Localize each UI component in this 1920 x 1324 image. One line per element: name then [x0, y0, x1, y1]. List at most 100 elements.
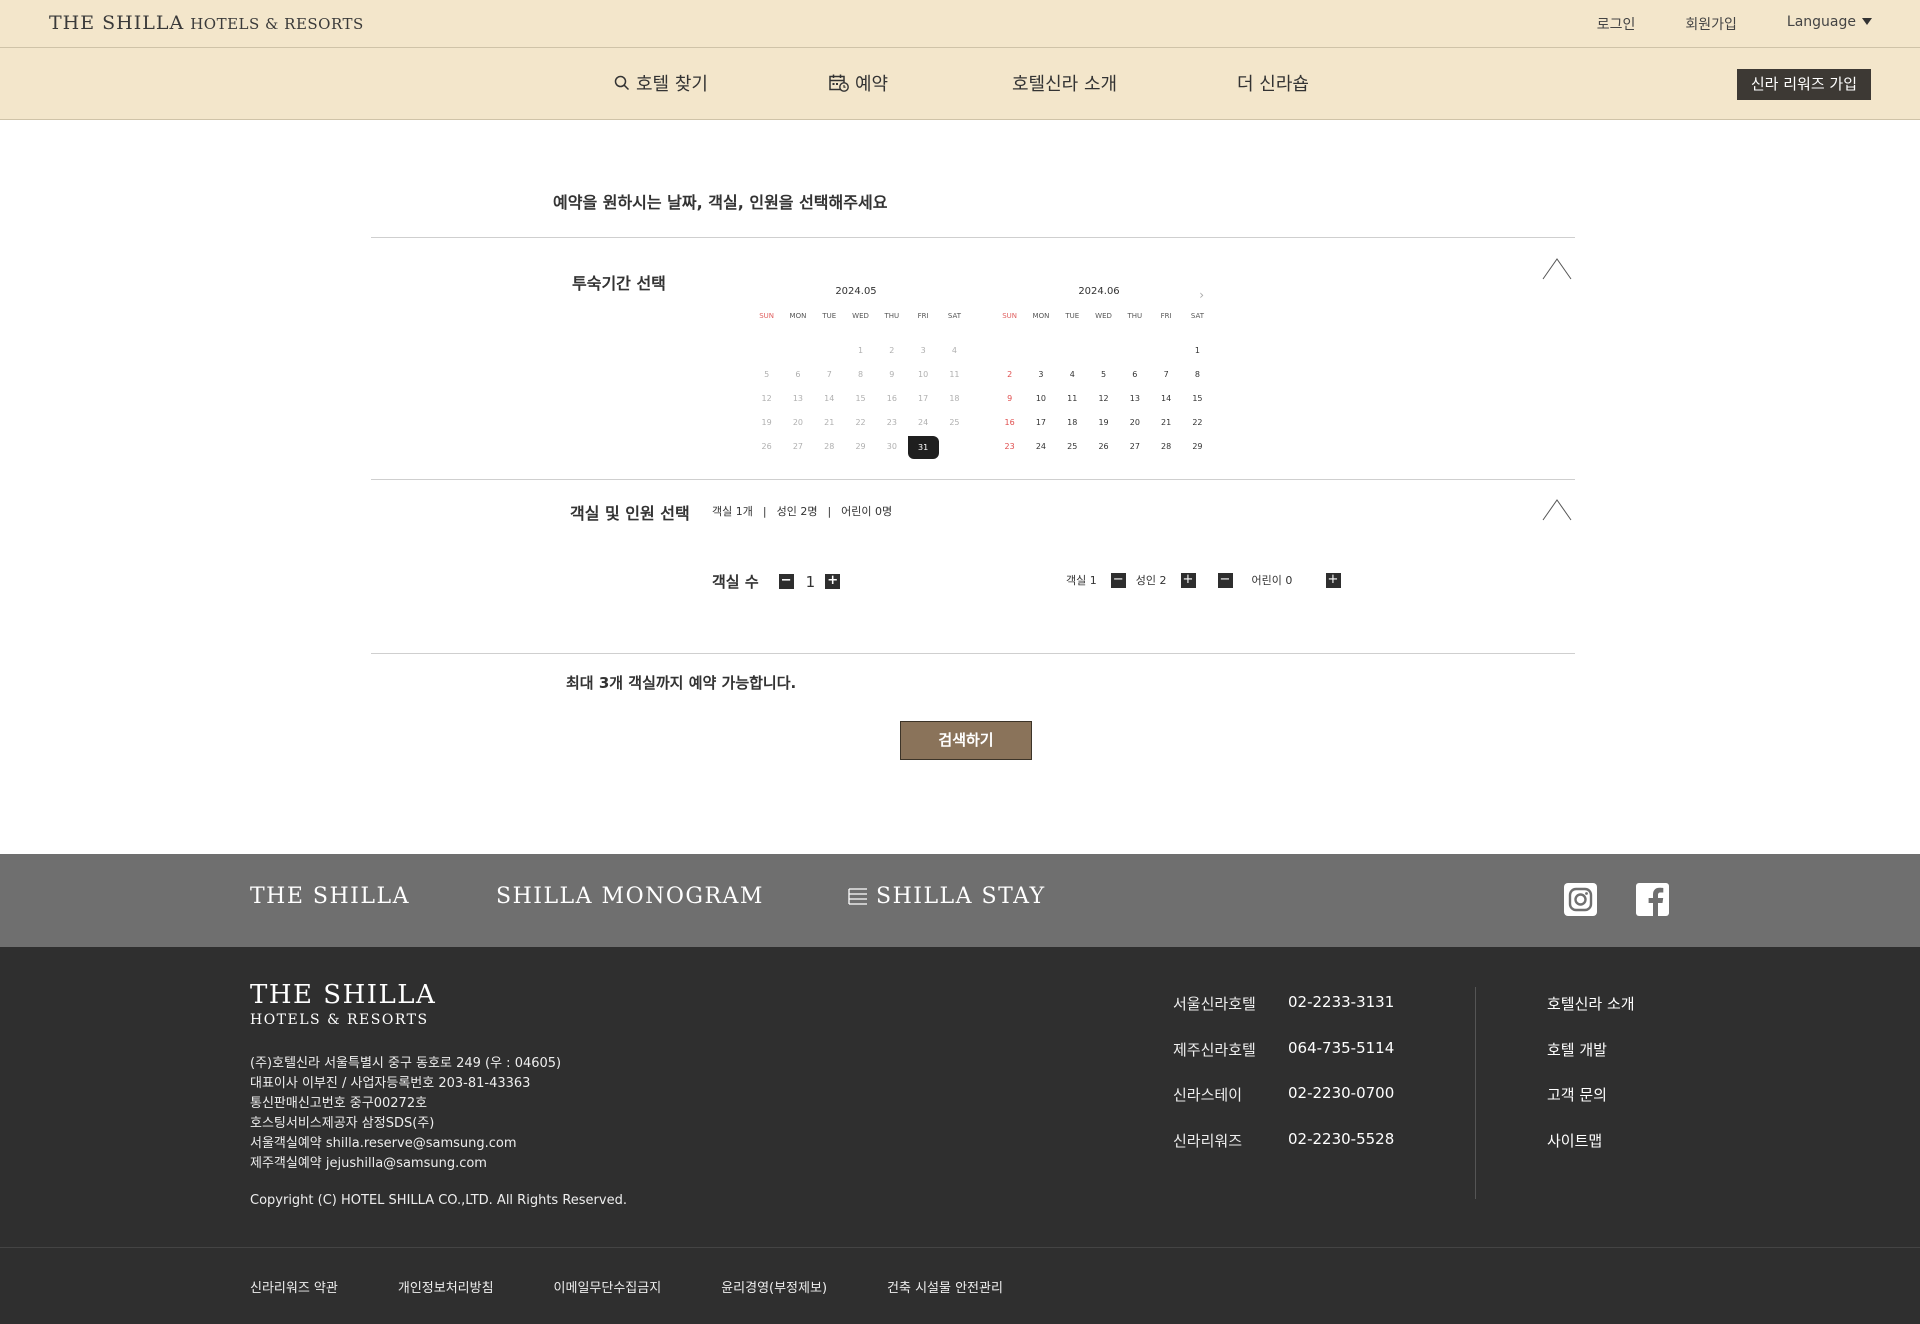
nav-shop-label: 더 신라숍	[1237, 74, 1309, 95]
divider	[371, 653, 1575, 654]
calendar-day[interactable]: 22	[1182, 412, 1213, 436]
calendar-day[interactable]: 14	[1150, 388, 1181, 412]
calendar-day: 21	[824, 418, 835, 427]
room-increase-button[interactable]: +	[825, 574, 841, 589]
calendar-day[interactable]: 19	[1088, 412, 1119, 436]
calendar-day[interactable]: 10	[1025, 388, 1056, 412]
footer-bottom-link[interactable]: 이메일무단수집금지	[554, 1277, 662, 1296]
top-bar: THE SHILLA HOTELS & RESORTS 로그인 회원가입 Lang…	[0, 0, 1920, 48]
room-decrease-button[interactable]: −	[778, 574, 794, 589]
search-button[interactable]: 검색하기	[900, 721, 1032, 760]
nav-reservation[interactable]: 예약	[829, 70, 888, 96]
calendar-day[interactable]: 21	[1150, 412, 1181, 436]
nav-find-hotel[interactable]: 호텔 찾기	[614, 70, 708, 96]
divider	[371, 479, 1575, 480]
calendar-day[interactable]: 20	[1119, 412, 1150, 436]
calendar-day[interactable]: 16	[994, 412, 1025, 436]
calendar-day[interactable]: 15	[1182, 388, 1213, 412]
calendar-empty-cell	[751, 340, 782, 364]
signup-link[interactable]: 회원가입	[1685, 14, 1737, 34]
children-decrease-button[interactable]: −	[1217, 572, 1233, 588]
site-logo[interactable]: THE SHILLA HOTELS & RESORTS	[49, 12, 364, 34]
calendar-day[interactable]: 9	[994, 388, 1025, 412]
brand-strip: THE SHILLA SHILLA MONOGRAM SHILLA STAY	[0, 854, 1920, 947]
calendar-day: 24	[918, 418, 929, 427]
contact-name: 신라스테이	[1173, 1086, 1243, 1104]
calendar-day[interactable]: 28	[1150, 436, 1181, 460]
adults-increase-button[interactable]: +	[1180, 572, 1196, 588]
weekday-label: THU	[884, 312, 900, 320]
max-rooms-note: 최대 3개 객실까지 예약 가능합니다.	[566, 674, 797, 692]
instagram-icon[interactable]	[1564, 883, 1597, 916]
collapse-room-icon[interactable]	[1542, 499, 1572, 521]
nav-shop[interactable]: 더 신라숍	[1237, 70, 1309, 96]
contact-phone[interactable]: 02-2233-3131	[1288, 993, 1394, 1039]
calendar-clock-icon	[829, 74, 849, 92]
login-link[interactable]: 로그인	[1597, 14, 1636, 34]
footer-bottom-link[interactable]: 개인정보처리방침	[398, 1277, 494, 1296]
calendar-day[interactable]: 3	[1025, 364, 1056, 388]
calendar-day[interactable]: 24	[1025, 436, 1056, 460]
logo-sub: HOTELS & RESORTS	[190, 15, 364, 33]
footer-link-sitemap[interactable]: 사이트맵	[1547, 1130, 1635, 1176]
calendar-day[interactable]: 4	[1057, 364, 1088, 388]
footer-bottom-link[interactable]: 건축 시설물 안전관리	[887, 1277, 1003, 1296]
calendar-day[interactable]: 26	[1088, 436, 1119, 460]
calendar-day[interactable]: 13	[1119, 388, 1150, 412]
room-guest-title: 객실 및 인원 선택	[570, 504, 690, 523]
contact-phone[interactable]: 02-2230-5528	[1288, 1130, 1394, 1176]
calendar-day: 26	[761, 442, 772, 451]
next-month-icon[interactable]: ›	[1199, 288, 1204, 302]
language-select[interactable]: Language	[1787, 14, 1872, 34]
calendar-empty-cell	[782, 340, 813, 364]
footer-link-inquiry[interactable]: 고객 문의	[1547, 1084, 1635, 1130]
calendar-day[interactable]: 1	[1182, 340, 1213, 364]
footer-bottom-link[interactable]: 신라리워즈 약관	[250, 1277, 338, 1296]
collapse-stay-icon[interactable]	[1542, 258, 1572, 280]
calendar-day: 29	[855, 442, 866, 451]
brand-shilla-stay[interactable]: SHILLA STAY	[848, 884, 1046, 909]
contact-name: 신라리워즈	[1173, 1131, 1243, 1150]
calendar-day: 10	[918, 370, 929, 379]
brand-the-shilla[interactable]: THE SHILLA	[250, 884, 410, 909]
calendar-day: 13	[792, 394, 804, 403]
calendar-day: 6	[795, 370, 801, 379]
calendar-day[interactable]: 2	[994, 364, 1025, 388]
facebook-icon[interactable]	[1636, 883, 1669, 916]
calendar-day[interactable]: 5	[1088, 364, 1119, 388]
adults-decrease-button[interactable]: −	[1110, 572, 1126, 588]
calendar-day[interactable]: 18	[1057, 412, 1088, 436]
calendar-day[interactable]: 8	[1182, 364, 1213, 388]
brand-shilla-monogram[interactable]: SHILLA MONOGRAM	[496, 884, 764, 909]
page-title: 예약을 원하시는 날짜, 객실, 인원을 선택해주세요	[553, 193, 888, 212]
contact-phone[interactable]: 02-2230-0700	[1288, 1084, 1394, 1130]
footer-divider	[1475, 987, 1476, 1199]
calendar-day[interactable]: 7	[1150, 364, 1181, 388]
calendar-day: 11	[949, 370, 960, 379]
calendar-day[interactable]: 6	[1119, 364, 1150, 388]
weekday-label: SUN	[759, 312, 775, 320]
calendar-day[interactable]: 23	[994, 436, 1025, 460]
footer-bottom-link[interactable]: 윤리경영(부정제보)	[721, 1277, 827, 1296]
calendar-day-selected[interactable]: 31	[907, 436, 939, 460]
calendar-day: 28	[824, 442, 835, 451]
nav-about[interactable]: 호텔신라 소개	[1012, 70, 1117, 96]
calendar-day[interactable]: 17	[1025, 412, 1056, 436]
footer-link-about[interactable]: 호텔신라 소개	[1547, 993, 1635, 1039]
footer-link-development[interactable]: 호텔 개발	[1547, 1039, 1635, 1085]
company-info: (주)호텔신라 서울특별시 중구 동호로 249 (우 : 04605) 대표이…	[250, 1054, 561, 1174]
rewards-join-button[interactable]: 신라 리워즈 가입	[1736, 69, 1871, 100]
contact-phone[interactable]: 064-735-5114	[1288, 1039, 1394, 1085]
calendar-day: 5	[764, 370, 770, 379]
calendar-empty-cell	[1088, 340, 1119, 364]
footer-bottom-links: 신라리워즈 약관 개인정보처리방침 이메일무단수집금지 윤리경영(부정제보) 건…	[250, 1277, 1063, 1296]
shilla-stay-logo-icon	[848, 887, 867, 905]
calendar-day[interactable]: 27	[1119, 436, 1150, 460]
calendar-day[interactable]: 11	[1057, 388, 1088, 412]
calendar-day[interactable]: 12	[1088, 388, 1119, 412]
weekday-label: SAT	[947, 312, 961, 320]
children-increase-button[interactable]: +	[1325, 572, 1341, 588]
calendar-day[interactable]: 29	[1182, 436, 1213, 460]
calendar-day: 17	[918, 394, 929, 403]
calendar-day[interactable]: 25	[1057, 436, 1088, 460]
